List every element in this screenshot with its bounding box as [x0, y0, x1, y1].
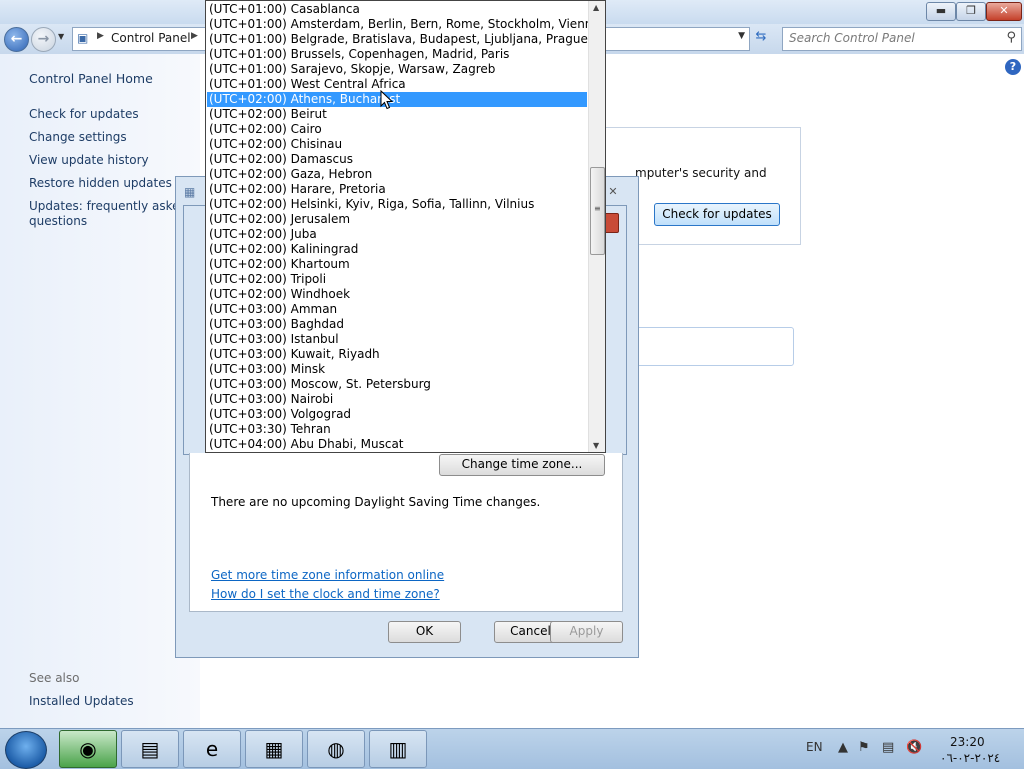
time-zone-option[interactable]: (UTC+02:00) Windhoek [207, 287, 587, 302]
time-zone-option[interactable]: (UTC+02:00) Chisinau [207, 137, 587, 152]
installed-updates-link[interactable]: Installed Updates [29, 694, 134, 708]
maximize-button[interactable]: ❐ [956, 2, 986, 21]
clock-date[interactable]: ٢٠٢٤-٠٢-٠٦ [940, 751, 1000, 765]
minimize-button[interactable]: ▬ [926, 2, 956, 21]
time-zone-option[interactable]: (UTC+01:00) Belgrade, Bratislava, Budape… [207, 32, 588, 47]
network-globe-icon: ◍ [327, 737, 345, 761]
time-zone-option[interactable]: (UTC+02:00) Harare, Pretoria [207, 182, 587, 197]
check-for-updates-button[interactable]: Check for updates [654, 203, 780, 226]
change-time-zone-button[interactable]: Change time zone... [439, 454, 605, 476]
time-zone-option[interactable]: (UTC+02:00) Athens, Bucharest [207, 92, 587, 107]
mouse-pointer-icon [380, 90, 394, 110]
time-zone-option[interactable]: (UTC+02:00) Tripoli [207, 272, 587, 287]
network-icon[interactable]: ▤ [882, 740, 894, 755]
recent-pages-dropdown-icon[interactable]: ▼ [58, 32, 64, 41]
scroll-down-arrow-icon[interactable]: ▼ [593, 441, 599, 450]
date-time-icon: ▦ [184, 185, 196, 199]
dst-notice: There are no upcoming Daylight Saving Ti… [211, 495, 541, 509]
taskbar-button-media-player-icon[interactable]: ◉ [59, 730, 117, 768]
time-zone-option[interactable]: (UTC+03:00) Kuwait, Riyadh [207, 347, 587, 362]
sidebar-item-change-settings[interactable]: Change settings [29, 130, 127, 144]
refresh-icon[interactable]: ⇆ [752, 29, 770, 47]
address-dropdown-icon[interactable]: ▼ [738, 31, 745, 41]
time-zone-option[interactable]: (UTC+03:00) Amman [207, 302, 587, 317]
sidebar-item-faq-line2[interactable]: questions [29, 214, 87, 228]
taskbar-button-internet-explorer-icon[interactable]: e [183, 730, 241, 768]
time-zone-options: (UTC+01:00) Casablanca (UTC+01:00) Amster… [207, 2, 600, 452]
internet-explorer-icon: e [205, 737, 219, 761]
taskbar-button-file-explorer-icon[interactable]: ▤ [121, 730, 179, 768]
search-input[interactable]: Search Control Panel [789, 31, 915, 45]
time-zone-option[interactable]: (UTC+02:00) Jerusalem [207, 212, 587, 227]
sidebar-item-check-for-updates[interactable]: Check for updates [29, 107, 139, 121]
date-time-icon: ▥ [388, 737, 408, 761]
time-zone-option[interactable]: (UTC+02:00) Gaza, Hebron [207, 167, 587, 182]
control-panel-icon: ▦ [264, 737, 284, 761]
time-zone-option[interactable]: (UTC+02:00) Damascus [207, 152, 587, 167]
show-hidden-icons-icon[interactable]: ▲ [838, 740, 848, 755]
taskbar-button-network-globe-icon[interactable]: ◍ [307, 730, 365, 768]
taskbar-button-date-time-icon[interactable]: ▥ [369, 730, 427, 768]
time-zone-option[interactable]: (UTC+01:00) Casablanca [207, 2, 587, 17]
time-zone-option[interactable]: (UTC+02:00) Khartoum [207, 257, 587, 272]
clock-time[interactable]: 23:20 [950, 735, 985, 749]
time-zone-option[interactable]: (UTC+03:00) Moscow, St. Petersburg [207, 377, 587, 392]
control-panel-icon: ▣ [77, 31, 89, 45]
ok-button[interactable]: OK [388, 621, 461, 643]
info-panel [625, 327, 794, 366]
time-zone-scrollbar[interactable]: ▲ ≡ ▼ [588, 1, 605, 452]
time-zone-option[interactable]: (UTC+03:00) Minsk [207, 362, 587, 377]
time-zone-option[interactable]: (UTC+01:00) Sarajevo, Skopje, Warsaw, Za… [207, 62, 587, 77]
sidebar-item-faq[interactable]: Updates: frequently asked [29, 199, 187, 213]
close-button[interactable]: ✕ [986, 2, 1022, 21]
taskbar: ◉ ▤ e ▦ ◍ ▥ EN ▲ ⚑ ▤ 🔇 23:20 ٢٠٢٤-٠٢-٠٦ [0, 728, 1024, 769]
time-zone-option[interactable]: (UTC+03:00) Volgograd [207, 407, 587, 422]
breadcrumb-separator-icon[interactable]: ▶ [191, 31, 198, 41]
time-zone-info-link[interactable]: Get more time zone information online [211, 568, 444, 582]
back-button[interactable]: ← [4, 27, 29, 52]
start-button[interactable] [5, 731, 47, 769]
control-panel-home-link[interactable]: Control Panel Home [29, 71, 153, 86]
dialog-close-icon[interactable]: ✕ [604, 185, 622, 199]
sidebar: Control Panel Home Check for updates Cha… [0, 54, 200, 728]
breadcrumb-control-panel[interactable]: Control Panel [111, 31, 191, 45]
clock-help-link[interactable]: How do I set the clock and time zone? [211, 587, 440, 601]
time-zone-option[interactable]: (UTC+02:00) Beirut [207, 107, 587, 122]
sidebar-item-restore-hidden-updates[interactable]: Restore hidden updates [29, 176, 172, 190]
update-status-text: mputer's security and [635, 166, 767, 180]
forward-button[interactable]: → [31, 27, 56, 52]
time-zone-option[interactable]: (UTC+01:00) Amsterdam, Berlin, Bern, Rom… [207, 17, 600, 32]
time-zone-option[interactable]: (UTC+03:00) Istanbul [207, 332, 587, 347]
time-zone-option[interactable]: (UTC+03:30) Tehran [207, 422, 587, 437]
language-indicator[interactable]: EN [806, 740, 823, 754]
search-icon[interactable]: ⚲ [1006, 30, 1016, 45]
apply-button[interactable]: Apply [550, 621, 623, 643]
help-icon[interactable]: ? [1005, 59, 1021, 75]
scrollbar-thumb[interactable]: ≡ [590, 167, 605, 255]
time-zone-option[interactable]: (UTC+03:00) Baghdad [207, 317, 587, 332]
sidebar-item-view-update-history[interactable]: View update history [29, 153, 149, 167]
time-zone-option[interactable]: (UTC+04:00) Abu Dhabi, Muscat [207, 437, 587, 452]
time-zone-option[interactable]: (UTC+02:00) Juba [207, 227, 587, 242]
search-box[interactable]: Search Control Panel ⚲ [782, 27, 1022, 51]
breadcrumb-separator-icon[interactable]: ▶ [97, 31, 104, 41]
media-player-icon: ◉ [79, 737, 97, 761]
time-zone-option[interactable]: (UTC+02:00) Helsinki, Kyiv, Riga, Sofia,… [207, 197, 587, 212]
time-zone-dropdown-list[interactable]: (UTC+01:00) Casablanca (UTC+01:00) Amster… [205, 0, 606, 453]
scroll-up-arrow-icon[interactable]: ▲ [593, 3, 599, 12]
taskbar-button-control-panel-icon[interactable]: ▦ [245, 730, 303, 768]
time-zone-option[interactable]: (UTC+01:00) West Central Africa [207, 77, 587, 92]
grip-icon: ≡ [594, 204, 601, 213]
time-zone-option[interactable]: (UTC+02:00) Cairo [207, 122, 587, 137]
action-center-flag-icon[interactable]: ⚑ [858, 740, 870, 755]
time-zone-option[interactable]: (UTC+02:00) Kaliningrad [207, 242, 587, 257]
volume-muted-icon[interactable]: 🔇 [906, 740, 922, 755]
time-zone-option[interactable]: (UTC+01:00) Brussels, Copenhagen, Madrid… [207, 47, 587, 62]
see-also-heading: See also [29, 671, 80, 685]
time-zone-option[interactable]: (UTC+03:00) Nairobi [207, 392, 587, 407]
file-explorer-icon: ▤ [140, 737, 160, 761]
